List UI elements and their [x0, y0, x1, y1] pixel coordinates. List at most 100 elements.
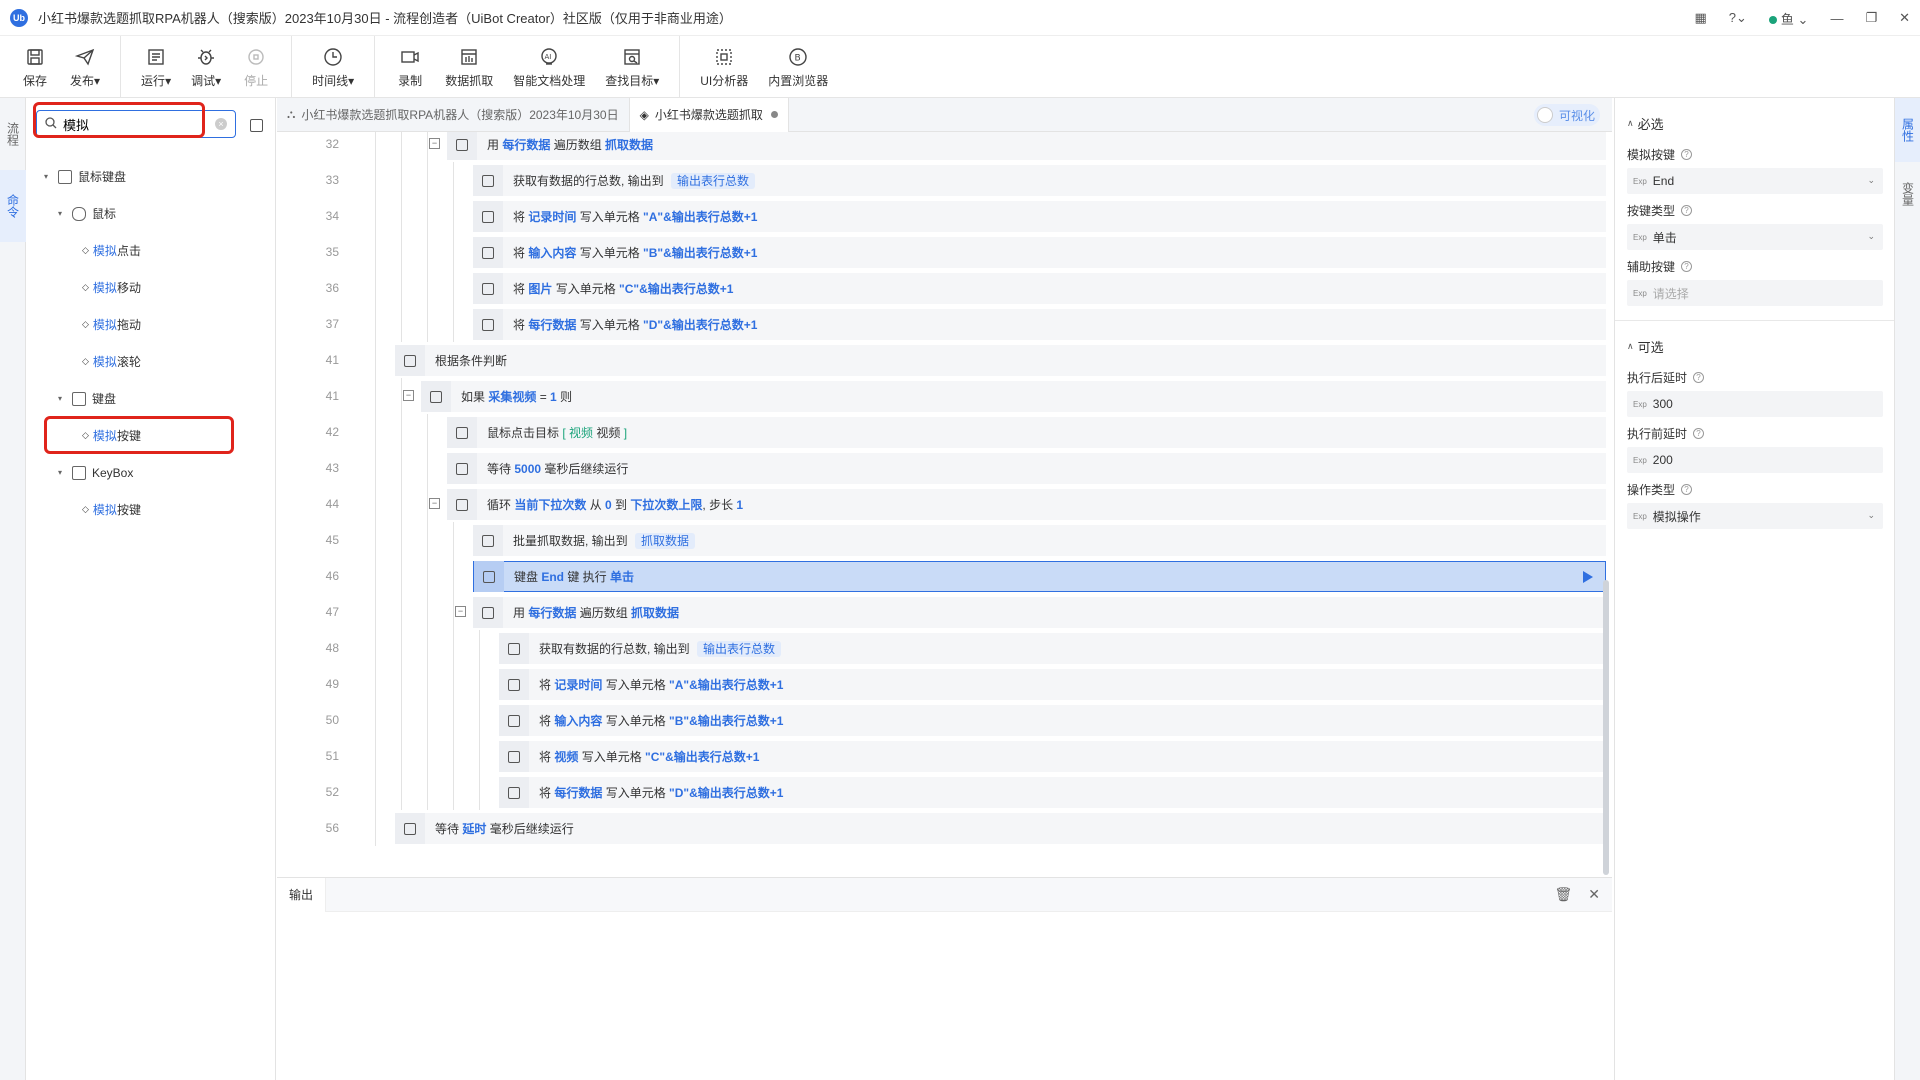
help-circle-icon[interactable]: ? — [1681, 483, 1693, 495]
collapse-toggle-icon[interactable]: − — [455, 606, 466, 617]
stop-button[interactable]: 停止 — [231, 36, 281, 97]
tree-item-wheel[interactable]: ◇ 模拟 滚轮 — [26, 343, 276, 380]
code-line[interactable]: 50 将 输入内容 写入单元格 "B"&输出表行总数+1 — [277, 702, 1612, 738]
debug-button[interactable]: 调试▾ — [181, 36, 231, 97]
code-line[interactable]: 34 将 记录时间 写入单元格 "A"&输出表行总数+1 — [277, 198, 1612, 234]
command-block[interactable]: 等待 5000 毫秒后继续运行 — [447, 453, 1606, 484]
tab-output[interactable]: 输出 — [277, 877, 327, 912]
ui-analyzer-button[interactable]: UI分析器 — [690, 36, 758, 97]
command-block[interactable]: 等待 延时 毫秒后继续运行 — [395, 813, 1606, 844]
code-line[interactable]: 41 根据条件判断 — [277, 342, 1612, 378]
clear-search-icon[interactable]: × — [215, 118, 227, 130]
command-block[interactable]: 将 输入内容 写入单元格 "B"&输出表行总数+1 — [473, 237, 1606, 268]
section-required-header[interactable]: ∧ 必选 — [1627, 108, 1882, 138]
ai-doc-button[interactable]: AI 智能文档处理 — [503, 36, 595, 97]
command-block[interactable]: 根据条件判断 — [395, 345, 1606, 376]
code-line[interactable]: 33 获取有数据的行总数, 输出到 输出表行总数 — [277, 162, 1612, 198]
command-block[interactable]: 如果 采集视频 = 1 则 — [421, 381, 1606, 412]
command-block[interactable]: 循环 当前下拉次数 从 0 到 下拉次数上限, 步长 1 — [447, 489, 1606, 520]
visualize-toggle[interactable]: 可视化 — [1534, 104, 1600, 126]
command-block[interactable]: 将 每行数据 写入单元格 "D"&输出表行总数+1 — [473, 309, 1606, 340]
tree-node-mouse[interactable]: ▾ 鼠标 — [26, 195, 276, 232]
code-line[interactable]: 32 − 用 每行数据 遍历数组 抓取数据 — [277, 132, 1612, 162]
close-icon[interactable]: ✕ — [1899, 10, 1910, 26]
code-line[interactable]: 56 等待 延时 毫秒后继续运行 — [277, 810, 1612, 846]
command-block[interactable]: 批量抓取数据, 输出到 抓取数据 — [473, 525, 1606, 556]
code-line[interactable]: 42 鼠标点击目标 [ 视频 视频 ] — [277, 414, 1612, 450]
code-line[interactable]: 44 − 循环 当前下拉次数 从 0 到 下拉次数上限, 步长 1 — [277, 486, 1612, 522]
restore-icon[interactable]: ❐ — [1865, 10, 1877, 26]
command-block[interactable]: 将 图片 写入单元格 "C"&输出表行总数+1 — [473, 273, 1606, 304]
tree-node-keyboard[interactable]: ▾ 键盘 — [26, 380, 276, 417]
command-block[interactable]: 将 每行数据 写入单元格 "D"&输出表行总数+1 — [499, 777, 1606, 808]
run-line-icon[interactable] — [1583, 571, 1593, 583]
command-block[interactable]: 用 每行数据 遍历数组 抓取数据 — [473, 597, 1606, 628]
tab-main-flow[interactable]: ⛬ 小红书爆款选题抓取RPA机器人（搜索版）2023年10月30日 — [277, 97, 630, 132]
help-circle-icon[interactable]: ? — [1681, 148, 1693, 160]
delay-after-input[interactable]: Exp 300 — [1627, 391, 1883, 417]
collapse-toggle-icon[interactable]: − — [403, 390, 414, 401]
command-block[interactable]: 将 记录时间 写入单元格 "A"&输出表行总数+1 — [473, 201, 1606, 232]
find-target-button[interactable]: 查找目标▾ — [595, 36, 669, 97]
help-icon[interactable]: ?⌄ — [1729, 10, 1747, 26]
publish-button[interactable]: 发布▾ — [60, 36, 110, 97]
search-input[interactable] — [63, 116, 215, 132]
editor-scrollbar[interactable] — [1603, 580, 1609, 875]
code-line[interactable]: 52 将 每行数据 写入单元格 "D"&输出表行总数+1 — [277, 774, 1612, 810]
tab-flow-block[interactable]: ◈ 小红书爆款选题抓取 — [629, 97, 789, 132]
help-circle-icon[interactable]: ? — [1693, 427, 1705, 439]
timeline-button[interactable]: 时间线▾ — [302, 36, 364, 97]
collapse-toggle-icon[interactable]: − — [429, 498, 440, 509]
tree-node-mouse-keyboard[interactable]: ▾ 鼠标键盘 — [26, 158, 276, 195]
selected-command-block[interactable]: 键盘 End 键 执行 单击 — [473, 561, 1606, 592]
code-line[interactable]: 37 将 每行数据 写入单元格 "D"&输出表行总数+1 — [277, 306, 1612, 342]
code-line[interactable]: 48 获取有数据的行总数, 输出到 输出表行总数 — [277, 630, 1612, 666]
command-block[interactable]: 将 输入内容 写入单元格 "B"&输出表行总数+1 — [499, 705, 1606, 736]
code-line[interactable]: 35 将 输入内容 写入单元格 "B"&输出表行总数+1 — [277, 234, 1612, 270]
builtin-browser-button[interactable]: B 内置浏览器 — [758, 36, 838, 97]
trash-icon[interactable]: 🗑 — [1554, 886, 1572, 903]
key-type-select[interactable]: Exp 单击 ⌄ — [1627, 224, 1883, 250]
code-line[interactable]: 43 等待 5000 毫秒后继续运行 — [277, 450, 1612, 486]
data-capture-button[interactable]: 数据抓取 — [435, 36, 503, 97]
save-button[interactable]: 保存 — [10, 36, 60, 97]
code-line[interactable]: 41 − 如果 采集视频 = 1 则 — [277, 378, 1612, 414]
tab-properties[interactable]: 属性 — [1895, 98, 1920, 162]
code-line[interactable]: 51 将 视频 写入单元格 "C"&输出表行总数+1 — [277, 738, 1612, 774]
tab-flow[interactable]: 流程 — [0, 98, 26, 170]
command-block[interactable]: 将 记录时间 写入单元格 "A"&输出表行总数+1 — [499, 669, 1606, 700]
tree-item-drag[interactable]: ◇ 模拟 拖动 — [26, 306, 276, 343]
filter-icon[interactable] — [250, 119, 263, 132]
help-circle-icon[interactable]: ? — [1681, 260, 1693, 272]
operation-type-select[interactable]: Exp 模拟操作 ⌄ — [1627, 503, 1883, 529]
code-line[interactable]: 49 将 记录时间 写入单元格 "A"&输出表行总数+1 — [277, 666, 1612, 702]
code-line[interactable]: 45 批量抓取数据, 输出到 抓取数据 — [277, 522, 1612, 558]
minimize-icon[interactable]: — — [1830, 11, 1843, 26]
collapse-toggle-icon[interactable]: − — [429, 138, 440, 149]
tree-item-keypress[interactable]: ◇ 模拟 按键 — [26, 417, 276, 454]
code-line[interactable]: 46 键盘 End 键 执行 单击 — [277, 558, 1612, 594]
help-circle-icon[interactable]: ? — [1681, 204, 1693, 216]
tab-commands[interactable]: 命令 — [0, 170, 26, 242]
section-optional-header[interactable]: ∧ 可选 — [1627, 331, 1882, 361]
command-block[interactable]: 获取有数据的行总数, 输出到 输出表行总数 — [473, 165, 1606, 196]
help-circle-icon[interactable]: ? — [1693, 371, 1705, 383]
run-button[interactable]: 运行▾ — [131, 36, 181, 97]
code-line[interactable]: 36 将 图片 写入单元格 "C"&输出表行总数+1 — [277, 270, 1612, 306]
tree-node-keybox[interactable]: ▾ KeyBox — [26, 454, 276, 491]
delay-before-input[interactable]: Exp 200 — [1627, 447, 1883, 473]
command-block[interactable]: 鼠标点击目标 [ 视频 视频 ] — [447, 417, 1606, 448]
command-block[interactable]: 将 视频 写入单元格 "C"&输出表行总数+1 — [499, 741, 1606, 772]
tree-item-move[interactable]: ◇ 模拟 移动 — [26, 269, 276, 306]
tree-item-click[interactable]: ◇ 模拟 点击 — [26, 232, 276, 269]
code-line[interactable]: 47 − 用 每行数据 遍历数组 抓取数据 — [277, 594, 1612, 630]
aux-key-select[interactable]: Exp 请选择 — [1627, 280, 1883, 306]
command-block[interactable]: 获取有数据的行总数, 输出到 输出表行总数 — [499, 633, 1606, 664]
record-button[interactable]: 录制 — [385, 36, 435, 97]
command-block[interactable]: 用 每行数据 遍历数组 抓取数据 — [447, 132, 1606, 160]
sim-key-select[interactable]: Exp End ⌄ — [1627, 168, 1883, 194]
user-menu[interactable]: 鱼 ⌄ — [1768, 9, 1808, 28]
close-output-icon[interactable]: ✕ — [1588, 886, 1600, 903]
tab-variables[interactable]: 变量 — [1895, 162, 1920, 226]
tree-item-keybox-keypress[interactable]: ◇ 模拟 按键 — [26, 491, 276, 528]
